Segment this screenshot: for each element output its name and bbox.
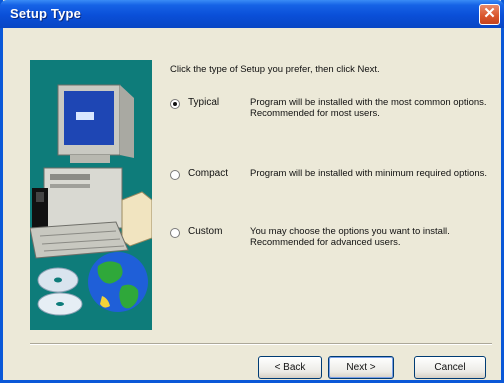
option-typical[interactable]: Typical Program will be installed with t… bbox=[170, 97, 490, 133]
option-custom[interactable]: Custom You may choose the options you wa… bbox=[170, 226, 490, 262]
instruction-text: Click the type of Setup you prefer, then… bbox=[170, 64, 380, 75]
cancel-button[interactable]: Cancel bbox=[414, 356, 486, 379]
close-button[interactable]: ✕ bbox=[479, 4, 500, 25]
compact-label[interactable]: Compact bbox=[188, 168, 228, 179]
globe-icon bbox=[88, 252, 148, 312]
computer-icon bbox=[30, 84, 152, 259]
custom-label[interactable]: Custom bbox=[188, 226, 222, 237]
typical-label[interactable]: Typical bbox=[188, 97, 219, 108]
typical-radio[interactable] bbox=[170, 99, 180, 109]
compact-description: Program will be installed with minimum r… bbox=[250, 168, 488, 179]
custom-description: You may choose the options you want to i… bbox=[250, 226, 450, 248]
compact-radio[interactable] bbox=[170, 170, 180, 180]
back-button[interactable]: < Back bbox=[258, 356, 322, 379]
button-separator bbox=[30, 343, 492, 345]
title-bar[interactable]: Setup Type ✕ bbox=[0, 0, 504, 28]
typical-description: Program will be installed with the most … bbox=[250, 97, 487, 119]
window-title: Setup Type bbox=[10, 6, 82, 21]
setup-illustration bbox=[30, 60, 152, 330]
custom-radio[interactable] bbox=[170, 228, 180, 238]
cd-icon bbox=[37, 267, 83, 316]
close-icon: ✕ bbox=[483, 5, 496, 22]
next-button[interactable]: Next > bbox=[328, 356, 394, 379]
option-compact[interactable]: Compact Program will be installed with m… bbox=[170, 168, 490, 204]
